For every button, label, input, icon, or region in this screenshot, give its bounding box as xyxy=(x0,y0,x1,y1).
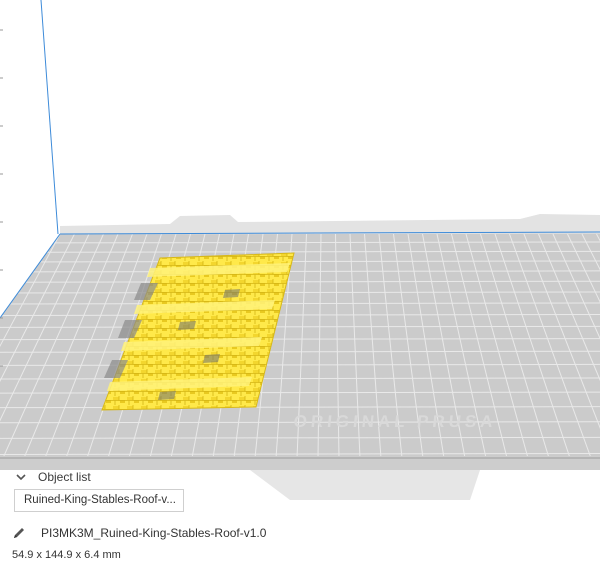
build-plate: ORIGINAL PRUSA xyxy=(0,231,600,458)
object-list-header[interactable]: Object list xyxy=(0,466,600,488)
object-dimensions: 54.9 x 144.9 x 6.4 mm xyxy=(12,549,121,561)
z-axis-line xyxy=(40,0,59,235)
chevron-down-icon[interactable] xyxy=(14,470,28,484)
object-list-label: Object list xyxy=(38,470,91,484)
plate-watermark: ORIGINAL PRUSA xyxy=(293,412,498,431)
object-name: PI3MK3M_Ruined-King-Stables-Roof-v1.0 xyxy=(41,526,267,540)
pencil-icon[interactable] xyxy=(12,526,26,540)
object-name-row: PI3MK3M_Ruined-King-Stables-Roof-v1.0 xyxy=(12,524,266,542)
object-list-item[interactable]: Ruined-King-Stables-Roof-v... xyxy=(14,489,184,512)
